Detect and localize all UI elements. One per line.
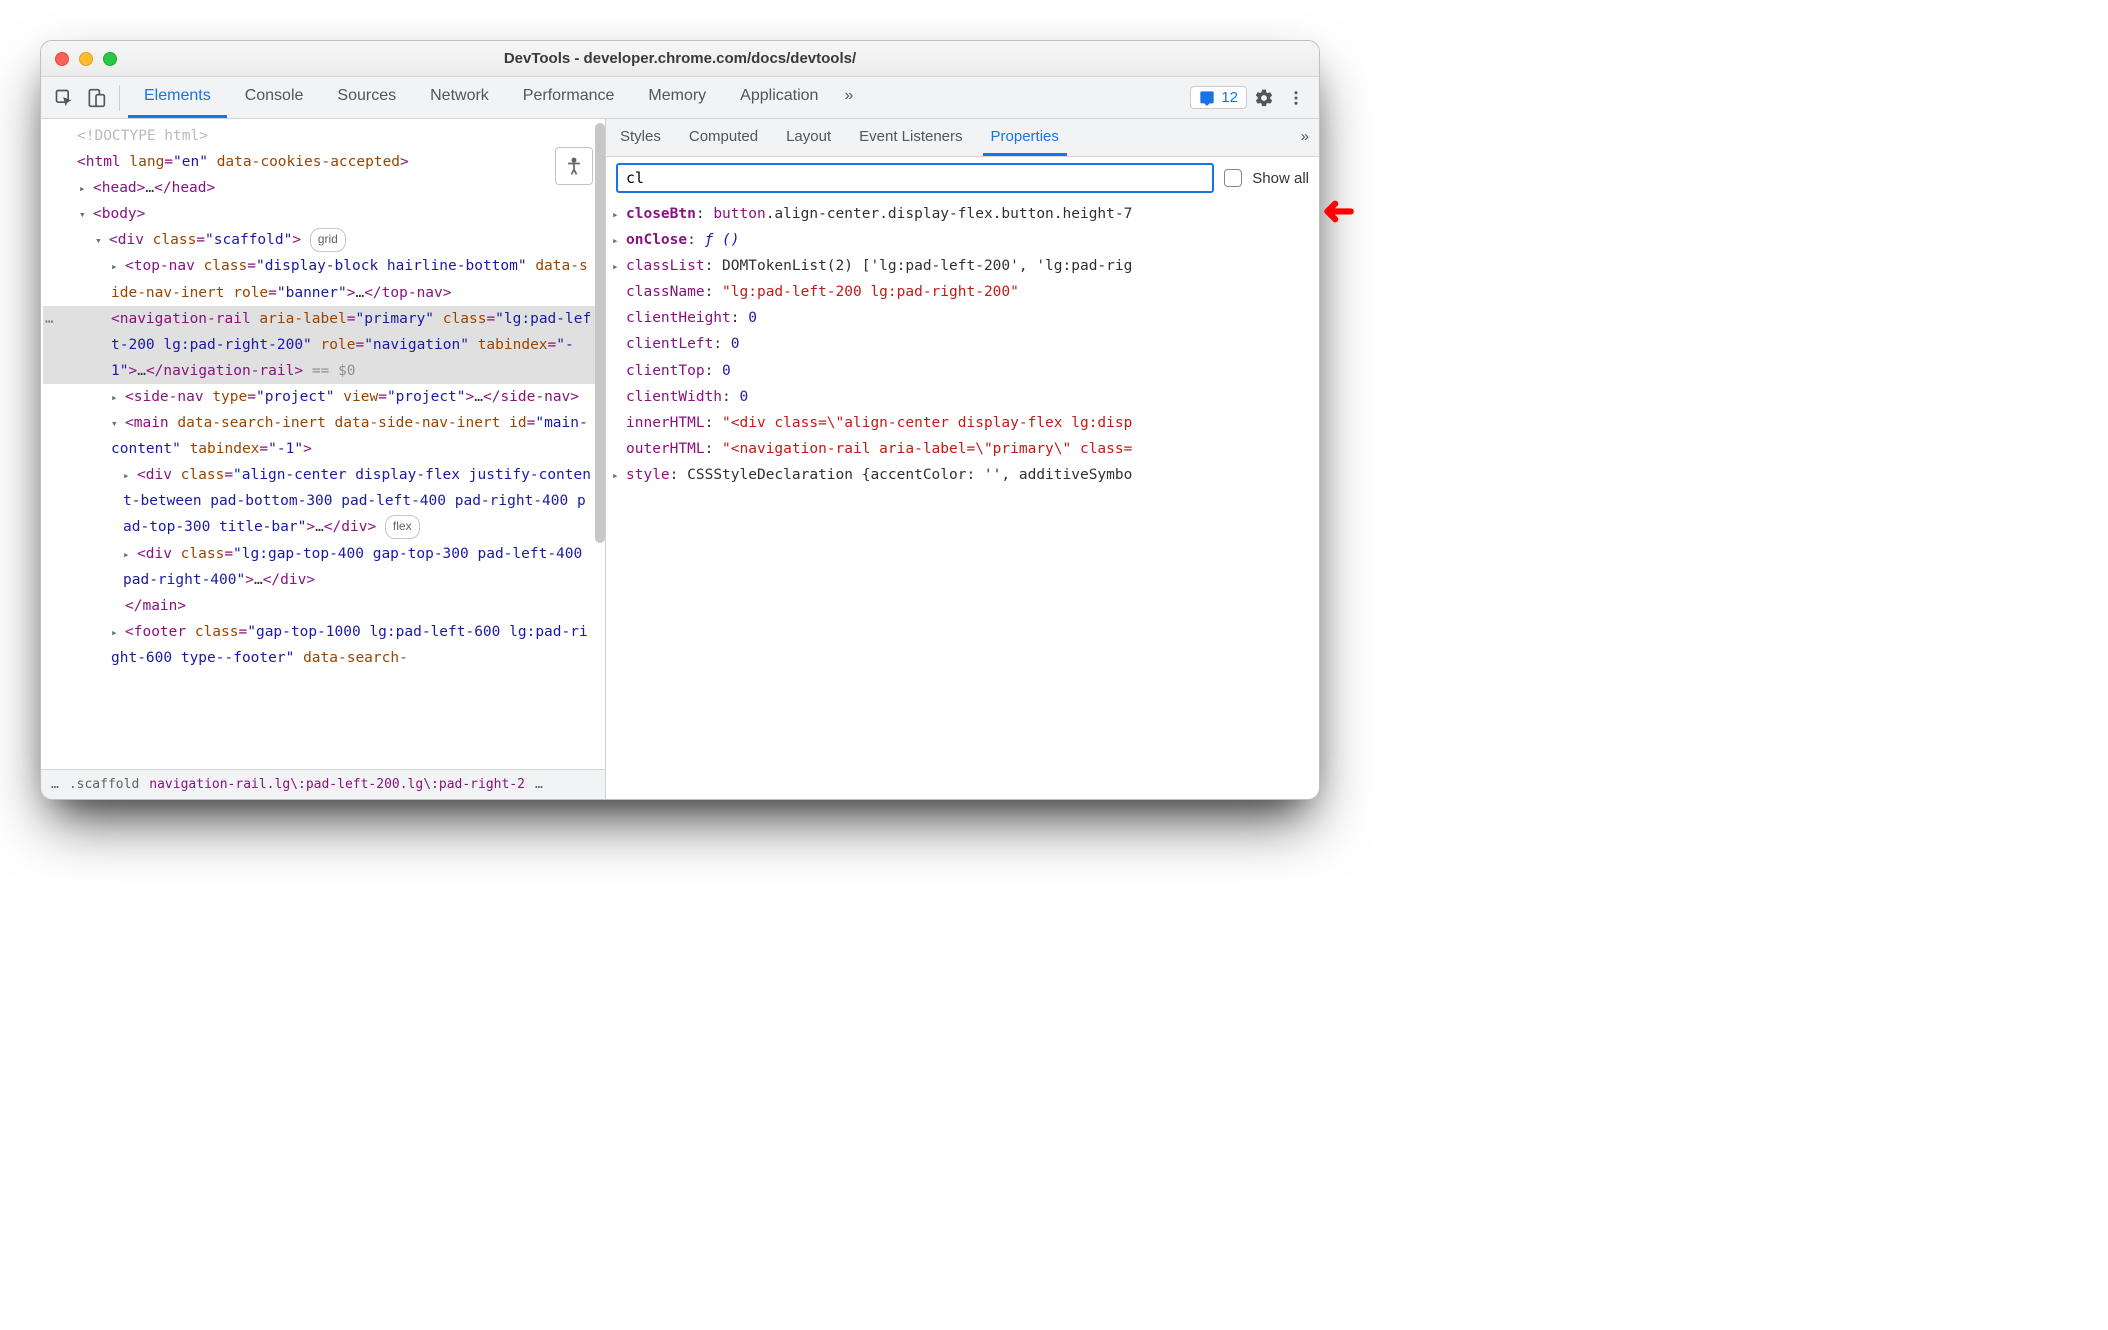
layout-badge-flex[interactable]: flex	[385, 515, 420, 539]
dom-line-selected[interactable]: <navigation-rail aria-label="primary" cl…	[43, 306, 603, 384]
scrollbar[interactable]	[595, 123, 605, 543]
side-tab-properties[interactable]: Properties	[983, 120, 1067, 156]
side-tab-event-listeners[interactable]: Event Listeners	[851, 120, 970, 156]
sub-tabs-overflow[interactable]: »	[1297, 120, 1313, 156]
dom-tree[interactable]: <!DOCTYPE html> <html lang="en" data-coo…	[41, 119, 605, 769]
settings-gear-icon[interactable]	[1249, 83, 1279, 113]
dom-line[interactable]: <!DOCTYPE html>	[43, 123, 603, 149]
properties-list[interactable]: closeBtn: button.align-center.display-fl…	[606, 199, 1319, 799]
devtools-window: DevTools - developer.chrome.com/docs/dev…	[40, 40, 1320, 800]
property-row[interactable]: style: CSSStyleDeclaration {accentColor:…	[612, 462, 1313, 488]
breadcrumbs: … .scaffold navigation-rail.lg\:pad-left…	[41, 769, 605, 799]
breadcrumb[interactable]: .scaffold	[69, 777, 139, 792]
layout-badge-grid[interactable]: grid	[310, 228, 346, 252]
issues-count: 12	[1221, 89, 1238, 106]
tab-console[interactable]: Console	[229, 78, 320, 118]
property-row[interactable]: innerHTML: "<div class=\"align-center di…	[612, 410, 1313, 436]
window-titlebar: DevTools - developer.chrome.com/docs/dev…	[41, 41, 1319, 77]
tab-sources[interactable]: Sources	[321, 78, 412, 118]
dom-line[interactable]: </main>	[43, 593, 603, 619]
property-row[interactable]: onClose: ƒ ()	[612, 227, 1313, 253]
property-row[interactable]: clientLeft: 0	[612, 331, 1313, 357]
show-all-checkbox[interactable]	[1224, 169, 1242, 187]
dom-line[interactable]: <side-nav type="project" view="project">…	[43, 384, 603, 410]
tab-network[interactable]: Network	[414, 78, 505, 118]
accessibility-button[interactable]	[555, 147, 593, 185]
elements-panel: <!DOCTYPE html> <html lang="en" data-coo…	[41, 119, 606, 799]
divider	[119, 85, 120, 111]
properties-filter-input[interactable]	[616, 163, 1214, 193]
property-row[interactable]: clientHeight: 0	[612, 305, 1313, 331]
issues-button[interactable]: 12	[1190, 86, 1247, 109]
filter-row: Show all	[606, 157, 1319, 199]
content-split: <!DOCTYPE html> <html lang="en" data-coo…	[41, 119, 1319, 799]
annotation-arrow-icon: ➜	[1322, 188, 1356, 234]
property-row[interactable]: clientTop: 0	[612, 358, 1313, 384]
breadcrumb-truncated: …	[51, 777, 59, 792]
sidebar-panel: Styles Computed Layout Event Listeners Prope…	[606, 119, 1319, 799]
property-row[interactable]: clientWidth: 0	[612, 384, 1313, 410]
dom-line[interactable]: <footer class="gap-top-1000 lg:pad-left-…	[43, 619, 603, 671]
dom-line[interactable]: <head>…</head>	[43, 175, 603, 201]
dom-line[interactable]: <main data-search-inert data-side-nav-in…	[43, 410, 603, 462]
breadcrumb-truncated: …	[535, 777, 543, 792]
dom-line[interactable]: <div class="lg:gap-top-400 gap-top-300 p…	[43, 541, 603, 593]
main-tab-strip: ElementsConsoleSourcesNetworkPerformance…	[41, 77, 1319, 119]
sub-tab-strip: Styles Computed Layout Event Listeners Prope…	[606, 119, 1319, 157]
property-row[interactable]: classList: DOMTokenList(2) ['lg:pad-left…	[612, 253, 1313, 279]
inspect-icon[interactable]	[49, 83, 79, 113]
property-row[interactable]: closeBtn: button.align-center.display-fl…	[612, 201, 1313, 227]
kebab-menu-icon[interactable]	[1281, 83, 1311, 113]
dom-line[interactable]: <top-nav class="display-block hairline-b…	[43, 253, 603, 305]
dom-line[interactable]: <div class="scaffold"> grid	[43, 227, 603, 253]
tab-performance[interactable]: Performance	[507, 78, 631, 118]
tabs-overflow[interactable]: »	[836, 78, 861, 118]
window-title: DevTools - developer.chrome.com/docs/dev…	[41, 50, 1319, 67]
dom-line[interactable]: <body>	[43, 201, 603, 227]
dom-line[interactable]: <div class="align-center display-flex ju…	[43, 462, 603, 540]
tab-application[interactable]: Application	[724, 78, 834, 118]
tab-elements[interactable]: Elements	[128, 78, 227, 118]
property-row[interactable]: outerHTML: "<navigation-rail aria-label=…	[612, 436, 1313, 462]
device-toggle-icon[interactable]	[81, 83, 111, 113]
property-row[interactable]: className: "lg:pad-left-200 lg:pad-right…	[612, 279, 1313, 305]
side-tab-layout[interactable]: Layout	[778, 120, 839, 156]
side-tab-computed[interactable]: Computed	[681, 120, 766, 156]
breadcrumb[interactable]: navigation-rail.lg\:pad-left-200.lg\:pad…	[149, 777, 525, 792]
tab-memory[interactable]: Memory	[632, 78, 722, 118]
side-tab-styles[interactable]: Styles	[612, 120, 669, 156]
show-all-label[interactable]: Show all	[1252, 170, 1309, 187]
dom-line[interactable]: <html lang="en" data-cookies-accepted>	[43, 149, 603, 175]
